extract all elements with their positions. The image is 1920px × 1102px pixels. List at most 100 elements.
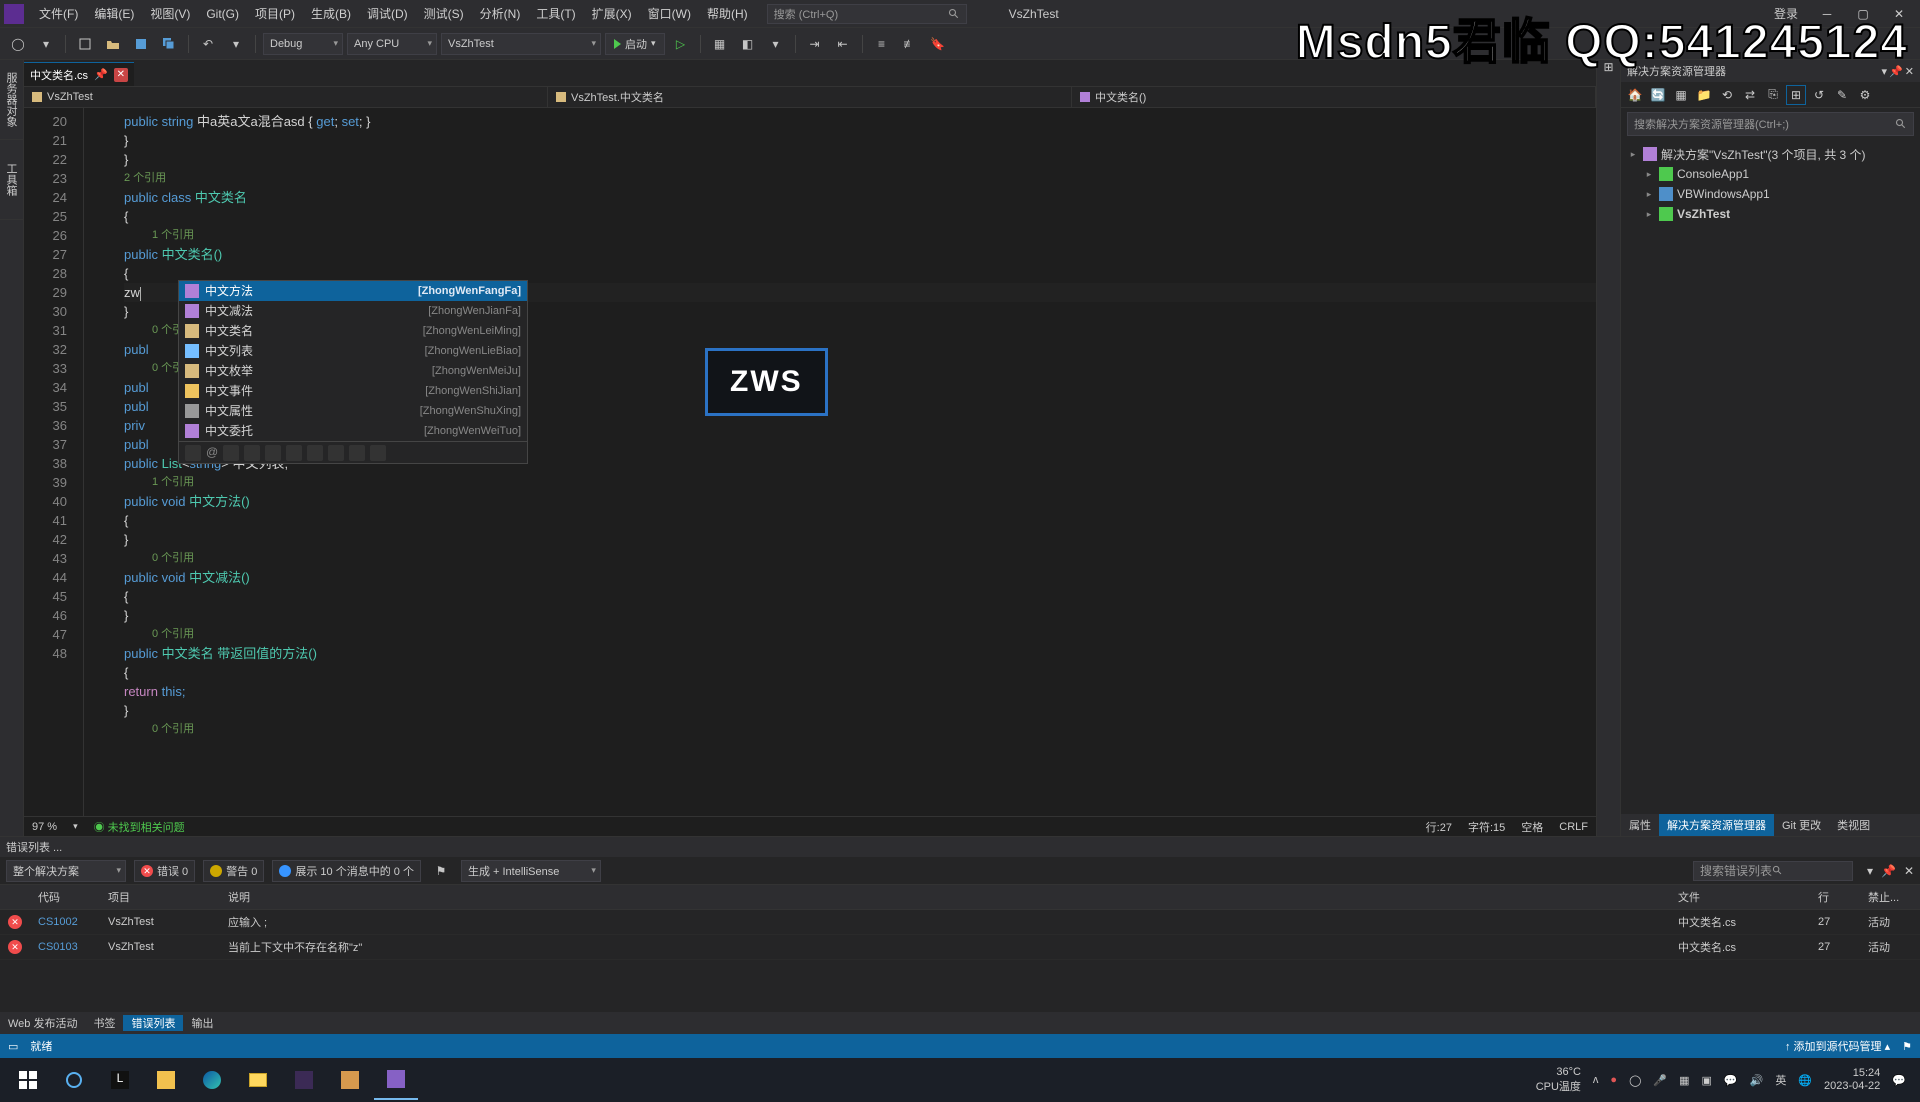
tray-chevron-icon[interactable]: ʌ — [1593, 1074, 1599, 1086]
code-editor[interactable]: 202122 2324 252627282930 31 3233343536 3… — [24, 108, 1596, 816]
col-desc[interactable]: 说明 — [220, 885, 1670, 910]
taskbar-clock[interactable]: 15:242023-04-22 — [1824, 1067, 1880, 1093]
intellisense-item-4[interactable]: 中文枚举[ZhongWenMeiJu] — [179, 361, 527, 381]
sol-tb-8[interactable]: ✎ — [1832, 85, 1852, 105]
err-row-1[interactable]: ✕CS0103VsZhTest当前上下文中不存在名称"z"中文类名.cs27活动 — [0, 935, 1920, 960]
menu-git[interactable]: Git(G) — [199, 3, 246, 25]
no-issues-label[interactable]: ◉ 未找到相关问题 — [94, 819, 185, 835]
menu-build[interactable]: 生成(B) — [304, 1, 358, 26]
taskbar-app-1[interactable]: L — [98, 1060, 142, 1100]
intellisense-item-7[interactable]: 中文委托[ZhongWenWeiTuo] — [179, 421, 527, 441]
tb-step-icon2[interactable]: ⇤ — [831, 32, 855, 56]
pin-icon[interactable]: 📌 — [94, 68, 108, 81]
rtab-properties[interactable]: 属性 — [1621, 814, 1659, 836]
errlist-clear-icon[interactable]: ⚑ — [429, 859, 453, 883]
intellisense-item-2[interactable]: 中文类名[ZhongWenLeiMing] — [179, 321, 527, 341]
menu-edit[interactable]: 编辑(E) — [87, 1, 141, 26]
btab-bookmark[interactable]: 书签 — [85, 1015, 123, 1031]
sol-home-icon[interactable]: 🏠 — [1625, 85, 1645, 105]
btab-webpub[interactable]: Web 发布活动 — [0, 1015, 85, 1031]
tb-icon-2[interactable]: ◧ — [736, 32, 760, 56]
col-suppress[interactable]: 禁止... — [1860, 885, 1920, 910]
start-debug-button[interactable]: 启动 ▾ — [605, 33, 665, 55]
errlist-table[interactable]: 代码 项目 说明 文件 行 禁止... ✕CS1002VsZhTest应输入 ;… — [0, 885, 1920, 1012]
solution-tree[interactable]: ▸解决方案"VsZhTest"(3 个项目, 共 3 个) ▸ConsoleAp… — [1621, 140, 1920, 814]
window-maximize-button[interactable]: ▢ — [1846, 0, 1880, 28]
errlist-filter-errors[interactable]: ✕错误 0 — [134, 860, 195, 882]
filter-icon-9[interactable] — [370, 445, 386, 461]
tray-volume-icon[interactable]: 🔊 — [1750, 1074, 1764, 1087]
menu-help[interactable]: 帮助(H) — [700, 1, 755, 26]
quick-launch-input[interactable]: 搜索 (Ctrl+Q) — [767, 4, 967, 24]
menu-analyze[interactable]: 分析(N) — [473, 1, 528, 26]
taskbar-explorer-icon[interactable] — [236, 1060, 280, 1100]
nav-back-button[interactable]: ◯ — [6, 32, 30, 56]
nav-class-combo[interactable]: VsZhTest.中文类名 — [548, 87, 1072, 107]
filter-braces-icon[interactable] — [223, 445, 239, 461]
intellisense-popup[interactable]: 中文方法[ZhongWenFangFa] 中文减法[ZhongWenJianFa… — [178, 280, 528, 464]
close-tab-button[interactable]: ✕ — [114, 68, 128, 82]
panel-dropdown-button[interactable]: ▾ — [1867, 864, 1873, 878]
sol-tb-4[interactable]: ⇄ — [1740, 85, 1760, 105]
tray-grid-icon[interactable]: ▦ — [1679, 1074, 1689, 1087]
codelens-0e[interactable]: 0 个引用 — [124, 720, 1596, 739]
taskbar-vs-icon[interactable] — [374, 1060, 418, 1100]
menu-tools[interactable]: 工具(T) — [529, 1, 582, 26]
start-button[interactable] — [6, 1060, 50, 1100]
nav-project-combo[interactable]: VsZhTest — [24, 87, 548, 107]
intellisense-item-3[interactable]: 中文列表[ZhongWenLieBiao] — [179, 341, 527, 361]
filter-icon-4[interactable] — [265, 445, 281, 461]
new-item-button[interactable] — [73, 32, 97, 56]
filter-icon-7[interactable] — [328, 445, 344, 461]
temp-widget[interactable]: 36°CCPU温度 — [1536, 1066, 1581, 1094]
taskbar-app-4[interactable] — [328, 1060, 372, 1100]
tb-uncomment-icon[interactable]: ≢ — [898, 32, 922, 56]
menu-debug[interactable]: 调试(D) — [360, 1, 415, 26]
tb-comment-icon[interactable]: ≡ — [870, 32, 894, 56]
zoom-label[interactable]: 97 % — [32, 821, 57, 833]
panel-close-button[interactable]: ✕ — [1905, 65, 1914, 78]
sol-tb-5[interactable]: ⎘ — [1763, 85, 1783, 105]
filter-icon-3[interactable] — [244, 445, 260, 461]
startup-combo[interactable]: VsZhTest — [441, 33, 601, 55]
panel-pin-button[interactable]: 📌 — [1881, 864, 1896, 878]
redo-button[interactable]: ▾ — [224, 32, 248, 56]
taskbar-cortana-icon[interactable] — [52, 1060, 96, 1100]
col-line[interactable]: 行 — [1810, 885, 1860, 910]
col-project[interactable]: 项目 — [100, 885, 220, 910]
intellisense-filter-bar[interactable]: @ — [179, 441, 527, 463]
solution-root[interactable]: ▸解决方案"VsZhTest"(3 个项目, 共 3 个) — [1627, 144, 1914, 164]
col-file[interactable]: 文件 — [1670, 885, 1810, 910]
project-node-1[interactable]: ▸VBWindowsApp1 — [1627, 184, 1914, 204]
menu-project[interactable]: 项目(P) — [248, 1, 302, 26]
btab-errlist[interactable]: 错误列表 — [123, 1015, 183, 1031]
undo-button[interactable]: ↶ — [196, 32, 220, 56]
project-node-0[interactable]: ▸ConsoleApp1 — [1627, 164, 1914, 184]
taskbar-app-3[interactable] — [282, 1060, 326, 1100]
sol-tb-1[interactable]: ▦ — [1671, 85, 1691, 105]
nav-fwd-button[interactable]: ▾ — [34, 32, 58, 56]
system-tray[interactable]: 36°CCPU温度 ʌ ● ◯ 🎤 ▦ ▣ 💬 🔊 英 🌐 15:242023-… — [1536, 1066, 1914, 1094]
solution-search-input[interactable]: 搜索解决方案资源管理器(Ctrl+;) — [1627, 112, 1914, 136]
window-close-button[interactable]: ✕ — [1882, 0, 1916, 28]
intellisense-item-6[interactable]: 中文属性[ZhongWenShuXing] — [179, 401, 527, 421]
taskbar-app-2[interactable] — [144, 1060, 188, 1100]
save-all-button[interactable] — [157, 32, 181, 56]
status-bell-icon[interactable]: ⚑ — [1902, 1040, 1912, 1053]
col-code[interactable]: 代码 — [30, 885, 100, 910]
rtab-solution[interactable]: 解决方案资源管理器 — [1659, 814, 1774, 836]
codelens-0c[interactable]: 0 个引用 — [124, 549, 1596, 568]
err-row-0[interactable]: ✕CS1002VsZhTest应输入 ;中文类名.cs27活动 — [0, 910, 1920, 935]
rtab-classview[interactable]: 类视图 — [1829, 814, 1878, 836]
tray-notifications-icon[interactable]: 💬 — [1892, 1074, 1906, 1087]
platform-combo[interactable]: Any CPU — [347, 33, 437, 55]
tb-step-icon[interactable]: ⇥ — [803, 32, 827, 56]
errlist-filter-warnings[interactable]: 警告 0 — [203, 860, 264, 882]
panel-close-button[interactable]: ✕ — [1904, 864, 1914, 878]
intellisense-item-1[interactable]: 中文减法[ZhongWenJianFa] — [179, 301, 527, 321]
rtab-git[interactable]: Git 更改 — [1774, 814, 1829, 836]
panel-pin-button[interactable]: 📌 — [1889, 65, 1903, 78]
tb-icon-1[interactable]: ▦ — [708, 32, 732, 56]
nav-member-combo[interactable]: 中文类名() — [1072, 87, 1596, 107]
sol-tb-3[interactable]: ⟲ — [1717, 85, 1737, 105]
